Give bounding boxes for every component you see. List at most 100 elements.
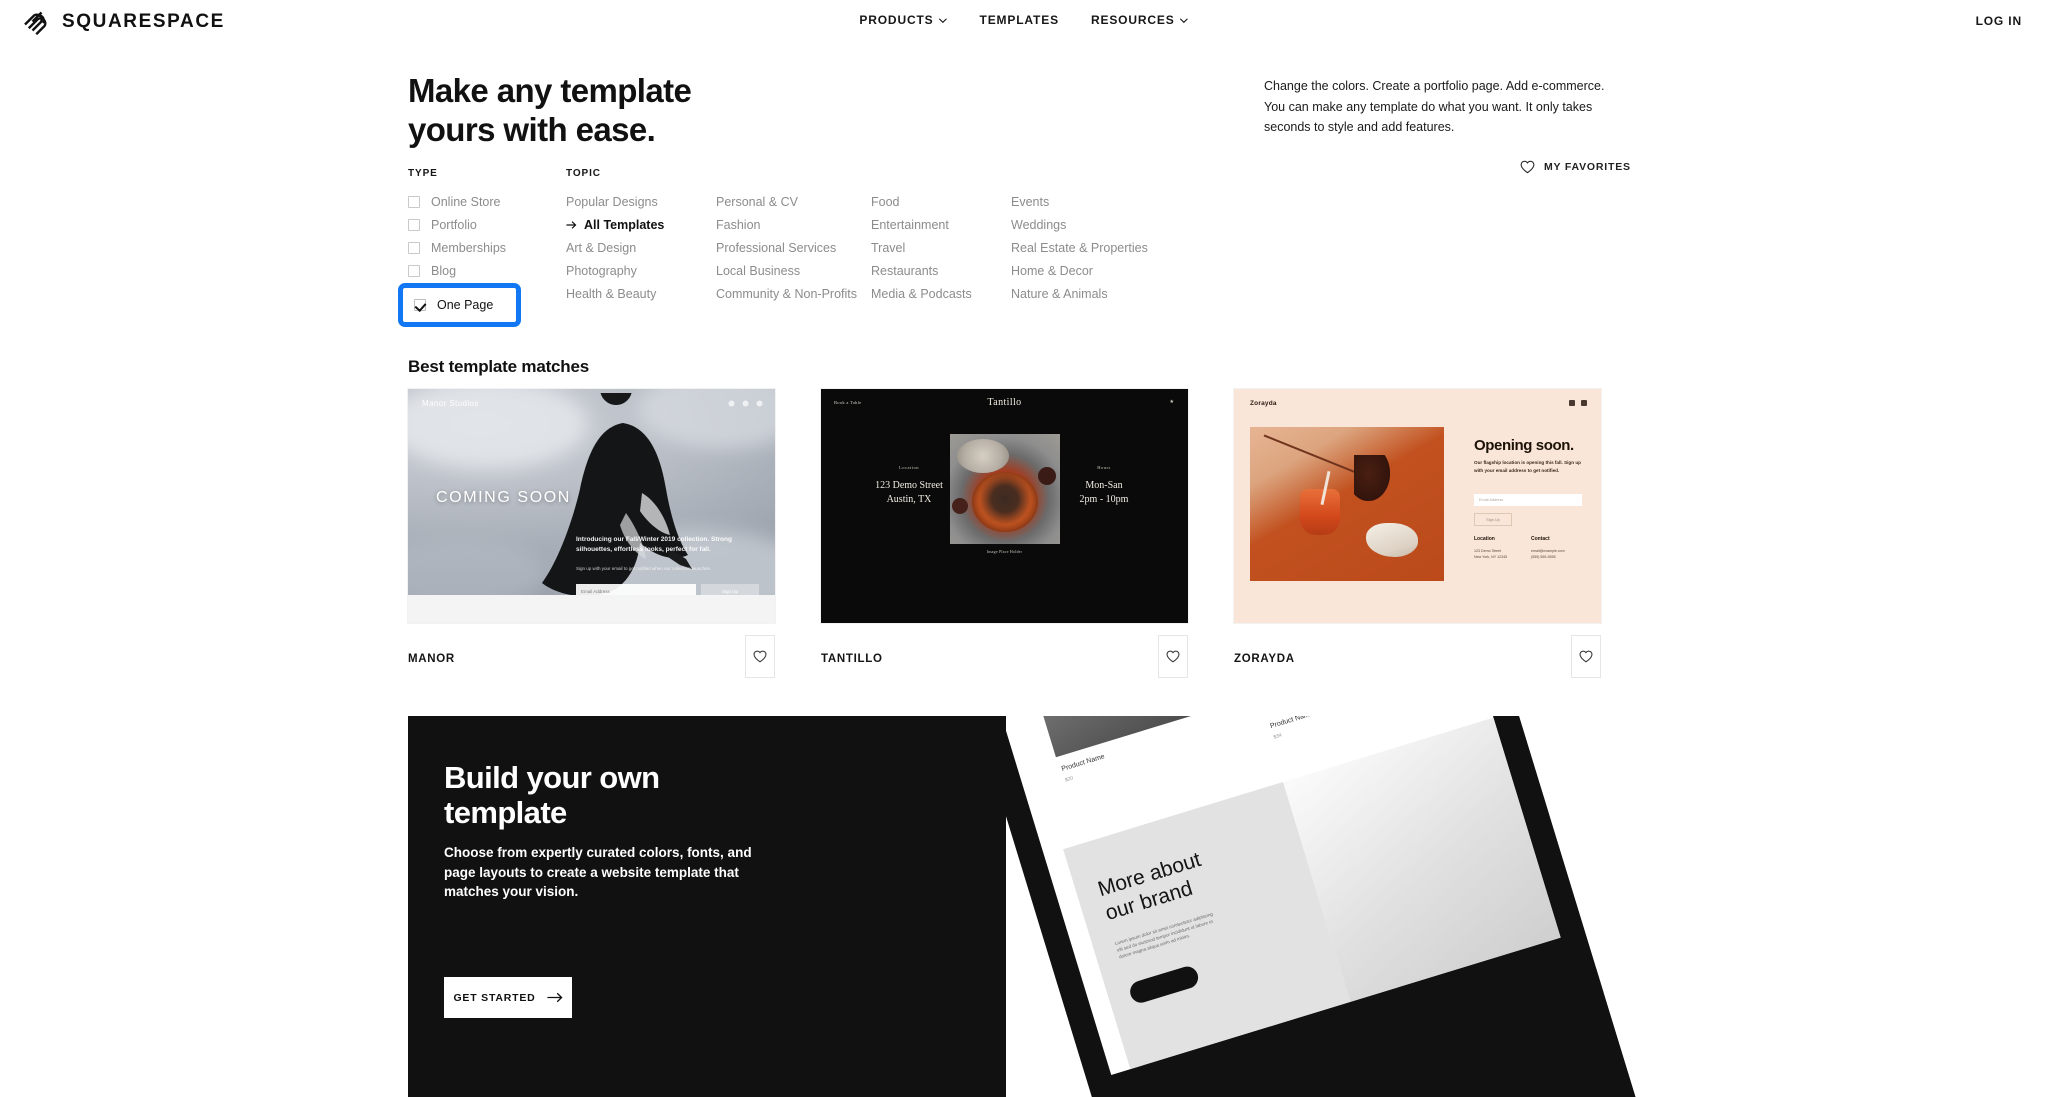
brand-logo[interactable]: SQUARESPACE [22, 8, 225, 35]
tantillo-hours-line2: 2pm - 10pm [1079, 493, 1129, 505]
site-header: SQUARESPACE PRODUCTS TEMPLATES RESOURCES… [0, 0, 2048, 44]
topic-item-media-podcasts[interactable]: Media & Podcasts [871, 283, 1011, 305]
zorayda-contact-label: Contact [1531, 536, 1550, 542]
collage-font-display-3b: Grotesk [1639, 824, 1640, 870]
collage-follow-heading: Follow us on social [1233, 1043, 1326, 1076]
topic-filter-label: TOPIC [566, 168, 601, 179]
favorite-button-zorayda[interactable] [1571, 635, 1601, 678]
collage-product-price-2: $34 [1272, 732, 1283, 741]
topic-item-photography[interactable]: Photography [566, 260, 716, 282]
tantillo-menu-link: Book a Table [834, 400, 862, 405]
template-preview-manor[interactable]: Manor Studios COMING SOON Introducing ou… [408, 389, 775, 623]
collage-product-name-1: Product Name [1060, 753, 1106, 773]
build-title-line1: Build your own [444, 760, 660, 795]
build-copy: Choose from expertly curated colors, fon… [444, 845, 752, 900]
arrow-right-icon [546, 992, 563, 1003]
topic-item-food[interactable]: Food [871, 191, 1011, 213]
collage-font-name-2: Source Sans Pro [1519, 716, 1640, 724]
nav-label-resources: RESOURCES [1090, 13, 1175, 27]
type-filter-label-one-page: One Page [437, 297, 494, 312]
nav-item-resources[interactable]: RESOURCES [1091, 13, 1189, 27]
topic-filter-column: TOPIC Popular Designs Personal & CV Food… [566, 168, 1666, 306]
get-started-button[interactable]: GET STARTED [444, 977, 572, 1018]
collage-product-price-1: $20 [1064, 775, 1075, 784]
tantillo-location-line1: 123 Demo Street [875, 480, 943, 491]
nav-item-products[interactable]: PRODUCTS [859, 13, 947, 27]
heart-icon [753, 650, 767, 663]
heart-icon [1166, 650, 1180, 663]
build-text-panel: Build your own template Choose from expe… [408, 716, 1006, 1097]
type-filter-label-memberships: Memberships [431, 240, 507, 255]
type-filter-portfolio[interactable]: Portfolio [408, 214, 558, 236]
checkbox-icon[interactable] [408, 219, 420, 231]
topic-item-professional-services[interactable]: Professional Services [716, 237, 871, 259]
template-preview-tantillo[interactable]: Book a Table Tantillo ★ Location 123 Dem… [821, 389, 1188, 623]
type-filter-label: TYPE [408, 168, 438, 179]
topic-item-fashion[interactable]: Fashion [716, 214, 871, 236]
topic-item-health-beauty[interactable]: Health & Beauty [566, 283, 716, 305]
favorite-button-tantillo[interactable] [1158, 635, 1188, 678]
manor-social-icons [728, 400, 763, 407]
topic-item-all-templates[interactable]: All Templates [566, 214, 716, 236]
tantillo-hero-image [949, 434, 1060, 544]
topic-item-nature-animals[interactable]: Nature & Animals [1011, 283, 1211, 305]
topic-item-community-nonprofits[interactable]: Community & Non-Profits [716, 283, 871, 305]
topic-item-restaurants[interactable]: Restaurants [871, 260, 1011, 282]
zorayda-email-input[interactable]: Email Address [1474, 494, 1582, 506]
topic-item-events[interactable]: Events [1011, 191, 1211, 213]
nav-label-templates: TEMPLATES [979, 13, 1059, 27]
topic-item-travel[interactable]: Travel [871, 237, 1011, 259]
type-filter-blog[interactable]: Blog [408, 260, 558, 282]
type-filter-memberships[interactable]: Memberships [408, 237, 558, 259]
arrow-right-icon [566, 221, 577, 229]
build-your-own-banner: e Product Name [408, 716, 1640, 1097]
template-card-tantillo: Book a Table Tantillo ★ Location 123 Dem… [821, 389, 1188, 681]
topic-item-entertainment[interactable]: Entertainment [871, 214, 1011, 236]
tantillo-hours-label: Hours [1097, 465, 1111, 470]
nav-item-templates[interactable]: TEMPLATES [980, 13, 1059, 27]
template-card-footer: MANOR [408, 635, 775, 681]
topic-item-local-business[interactable]: Local Business [716, 260, 871, 282]
template-card-zorayda: Zorayda Opening soon. Our flagship locat… [1234, 389, 1601, 681]
type-filter-one-page[interactable]: One Page [403, 288, 516, 322]
tantillo-location-line2: Austin, TX [886, 493, 932, 505]
manor-logo-text: Manor Studios [422, 399, 479, 408]
topic-filter-grid: Popular Designs Personal & CV Food Event… [566, 191, 1666, 306]
my-favorites-button[interactable]: MY FAVORITES [1520, 160, 1631, 174]
topic-item-art-design[interactable]: Art & Design [566, 237, 716, 259]
topic-item-popular-designs[interactable]: Popular Designs [566, 191, 716, 213]
type-filter-label-portfolio: Portfolio [431, 217, 477, 232]
checkbox-icon[interactable] [408, 242, 420, 254]
topic-item-personal-cv[interactable]: Personal & CV [716, 191, 871, 213]
tantillo-image-caption: Image Place Holder [986, 549, 1023, 554]
type-filter-online-store[interactable]: Online Store [408, 191, 558, 213]
collage-font-display-3: Roc Grotesk [1559, 781, 1640, 892]
hero-description: Change the colors. Create a portfolio pa… [1264, 79, 1605, 135]
topic-item-home-decor[interactable]: Home & Decor [1011, 260, 1211, 282]
template-preview-zorayda[interactable]: Zorayda Opening soon. Our flagship locat… [1234, 389, 1601, 623]
zorayda-headline: Opening soon. [1474, 437, 1574, 454]
template-card-grid: Manor Studios COMING SOON Introducing ou… [408, 389, 1640, 678]
favorite-button-manor[interactable] [745, 635, 775, 678]
tantillo-brand: Tantillo [987, 397, 1022, 408]
checkbox-checked-icon[interactable] [414, 299, 426, 311]
collage-font-card-2: Six Caps Source Sans Pro [1499, 716, 1640, 797]
brand-name: SQUARESPACE [62, 11, 225, 32]
topic-item-weddings[interactable]: Weddings [1011, 214, 1211, 236]
zorayda-brand: Zorayda [1250, 400, 1277, 407]
type-filter-label-blog: Blog [431, 263, 457, 278]
checkbox-icon[interactable] [408, 265, 420, 277]
login-button[interactable]: LOG IN [1976, 14, 2022, 28]
template-card-manor: Manor Studios COMING SOON Introducing ou… [408, 389, 775, 681]
topic-item-real-estate[interactable]: Real Estate & Properties [1011, 237, 1211, 259]
build-title: Build your own template [444, 760, 774, 831]
zorayda-signup-button[interactable]: Sign Up [1474, 513, 1512, 526]
zorayda-social-icons [1569, 400, 1587, 406]
type-filter-one-page-focus-ring: One Page [398, 283, 521, 327]
zorayda-hero-image [1250, 427, 1444, 581]
manor-footer-strip [408, 595, 775, 623]
template-card-footer: ZORAYDA [1234, 635, 1601, 681]
heart-icon [1579, 650, 1593, 663]
checkbox-icon[interactable] [408, 196, 420, 208]
type-filter-label-online-store: Online Store [431, 194, 501, 209]
